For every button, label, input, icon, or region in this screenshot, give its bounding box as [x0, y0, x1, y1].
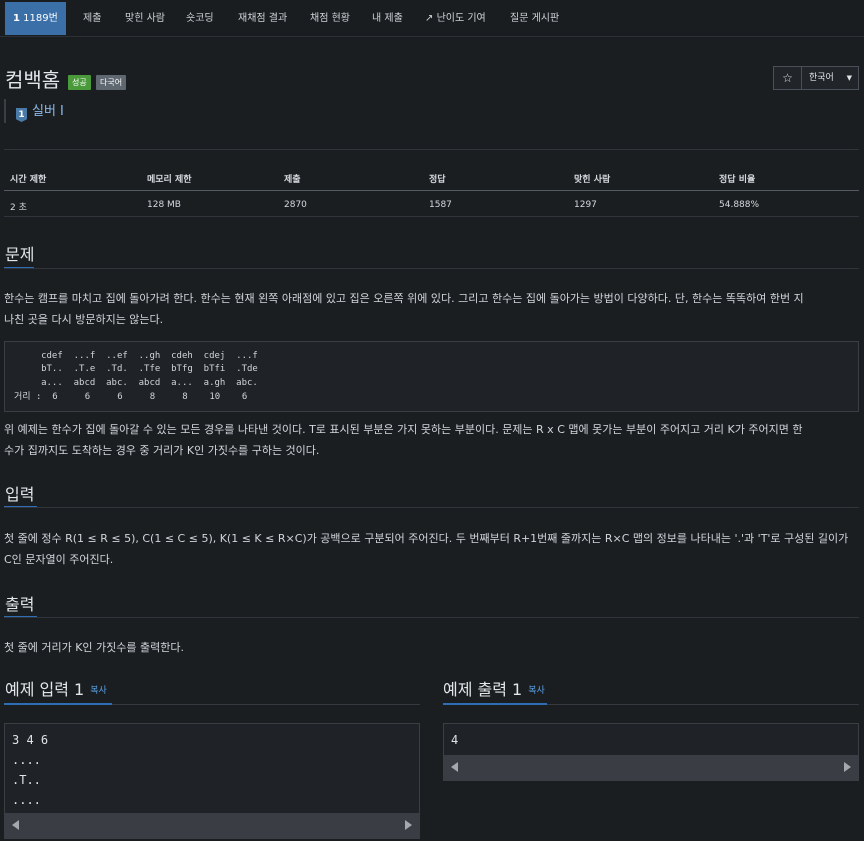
output-description-line: 첫 줄에 거리가 K인 가짓수를 출력한다.: [4, 641, 184, 654]
value-submissions[interactable]: 2870: [284, 200, 307, 210]
horizontal-scrollbar[interactable]: [5, 813, 419, 838]
value-solved-users[interactable]: 1297: [574, 200, 597, 210]
value-accept-ratio: 54.888%: [719, 200, 760, 210]
section-underline: [4, 703, 112, 705]
chevron-down-icon: ▼: [846, 74, 852, 82]
nav-qna-board[interactable]: 질문 게시판: [510, 0, 559, 36]
sample-input-line: .T..: [12, 773, 41, 787]
problem-navbar: 1 1189번 제출 맞힌 사람 숏코딩 재채점 결과 채점 현황 내 제출 ↗…: [0, 0, 864, 37]
pre-line: cdef ...f ..ef ..gh cdeh cdej ...f: [14, 351, 258, 361]
copy-sample-input-link[interactable]: 복사: [90, 686, 107, 696]
language-select-label: 한국어: [809, 73, 834, 83]
value-time-limit: 2 초: [10, 203, 27, 213]
value-accepted: 1587: [429, 200, 452, 210]
header-time-limit: 시간 제한: [10, 175, 47, 185]
status-badge-success: 성공: [68, 75, 91, 90]
section-underline: [443, 703, 547, 705]
tier-text: 실버 I: [32, 104, 64, 119]
nav-difficulty-label: 난이도 기여: [436, 13, 486, 24]
header-accepted: 정답: [429, 175, 446, 185]
sample-output-box: 4: [443, 723, 859, 781]
nav-problem-number-label: 1189번: [23, 13, 58, 24]
section-input-title: 입력: [5, 485, 35, 504]
sample-input-line: ....: [12, 793, 41, 807]
output-description: 첫 줄에 거리가 K인 가짓수를 출력한다.: [4, 637, 860, 658]
input-description: 첫 줄에 정수 R(1 ≤ R ≤ 5), C(1 ≤ C ≤ 5), K(1 …: [4, 528, 860, 570]
problem-description-line: 나친 곳을 다시 방문하지는 않는다.: [4, 313, 164, 326]
problem-description-2: 위 예제는 한수가 집에 돌아갈 수 있는 모든 경우를 나타낸 것이다. T로…: [4, 419, 860, 461]
language-select[interactable]: 한국어 ▼: [801, 66, 859, 90]
sample-input-title-text: 예제 입력 1: [5, 680, 85, 699]
nav-rejudge-results[interactable]: 재채점 결과: [238, 0, 287, 36]
header-memory-limit: 메모리 제한: [147, 175, 192, 185]
input-description-line: C인 문자열이 주어진다.: [4, 553, 114, 566]
section-problem-title: 문제: [5, 245, 35, 264]
nav-judge-status[interactable]: 채점 현황: [310, 0, 350, 36]
problem-description-line: 수가 집까지도 도착하는 경우 중 거리가 K인 가짓수를 구하는 것이다.: [4, 444, 320, 457]
tier-label[interactable]: 1 실버 I: [4, 99, 64, 123]
nav-short-coding[interactable]: 숏코딩: [186, 0, 214, 36]
star-icon: ☆: [782, 71, 793, 85]
star-button[interactable]: ☆: [773, 66, 802, 90]
copy-sample-output-link[interactable]: 복사: [528, 686, 545, 696]
sample-output-line: 4: [451, 733, 459, 747]
tier-icon: 1: [16, 108, 27, 122]
problem-description-line: 위 예제는 한수가 집에 돌아갈 수 있는 모든 경우를 나타낸 것이다. T로…: [4, 423, 803, 436]
pre-line: 거리 : 6 6 6 8 8 10 6: [14, 392, 248, 402]
sample-input-title: 예제 입력 1 복사: [5, 676, 107, 700]
header-solved-users: 맞힌 사람: [574, 175, 611, 185]
nav-problem-number[interactable]: 1 1189번: [5, 2, 66, 35]
level-icon: 1: [13, 13, 20, 24]
value-memory-limit: 128 MB: [147, 200, 181, 210]
pre-line: bT.. .T.e .Td. .Tfe bTfg bTfi .Tde: [14, 364, 258, 374]
header-accept-ratio: 정답 비율: [719, 175, 756, 185]
section-output-title: 출력: [5, 595, 35, 614]
divider: [4, 617, 859, 618]
divider: [4, 149, 859, 150]
sample-output-title: 예제 출력 1 복사: [443, 676, 545, 700]
info-table-row: 2 초 128 MB 2870 1587 1297 54.888%: [4, 197, 859, 217]
input-description-line: 첫 줄에 정수 R(1 ≤ R ≤ 5), C(1 ≤ C ≤ 5), K(1 …: [4, 532, 849, 545]
header-submissions: 제출: [284, 175, 301, 185]
scroll-right-icon[interactable]: [844, 762, 851, 772]
example-path-block: cdef ...f ..ef ..gh cdeh cdej ...f bT.. …: [4, 341, 859, 412]
divider: [4, 268, 859, 269]
scroll-left-icon[interactable]: [451, 762, 458, 772]
problem-description-line: 한수는 캠프를 마치고 집에 돌아가려 한다. 한수는 현재 왼쪽 아래점에 있…: [4, 292, 804, 305]
pre-line: a... abcd abc. abcd a... a.gh abc.: [14, 378, 258, 388]
info-table-header: 시간 제한 메모리 제한 제출 정답 맞힌 사람 정답 비율: [4, 169, 859, 191]
scroll-left-icon[interactable]: [12, 820, 19, 830]
scroll-right-icon[interactable]: [405, 820, 412, 830]
nav-difficulty-contribution[interactable]: ↗ 난이도 기여: [425, 0, 486, 36]
sample-input-line: 3 4 6: [12, 733, 49, 747]
sample-input-line: ....: [12, 753, 41, 767]
sample-output-title-text: 예제 출력 1: [443, 680, 523, 699]
nav-submit[interactable]: 제출: [83, 0, 101, 36]
external-link-icon: ↗: [425, 13, 434, 24]
horizontal-scrollbar[interactable]: [444, 755, 858, 780]
nav-solved-users[interactable]: 맞힌 사람: [125, 0, 165, 36]
status-badge-multilang: 다국어: [96, 75, 127, 90]
divider: [4, 507, 859, 508]
sample-input-box: 3 4 6 .... .T.. ....: [4, 723, 420, 839]
page-title: 컴백홈: [5, 68, 61, 92]
nav-my-submissions[interactable]: 내 제출: [372, 0, 403, 36]
problem-description: 한수는 캠프를 마치고 집에 돌아가려 한다. 한수는 현재 왼쪽 아래점에 있…: [4, 288, 860, 330]
